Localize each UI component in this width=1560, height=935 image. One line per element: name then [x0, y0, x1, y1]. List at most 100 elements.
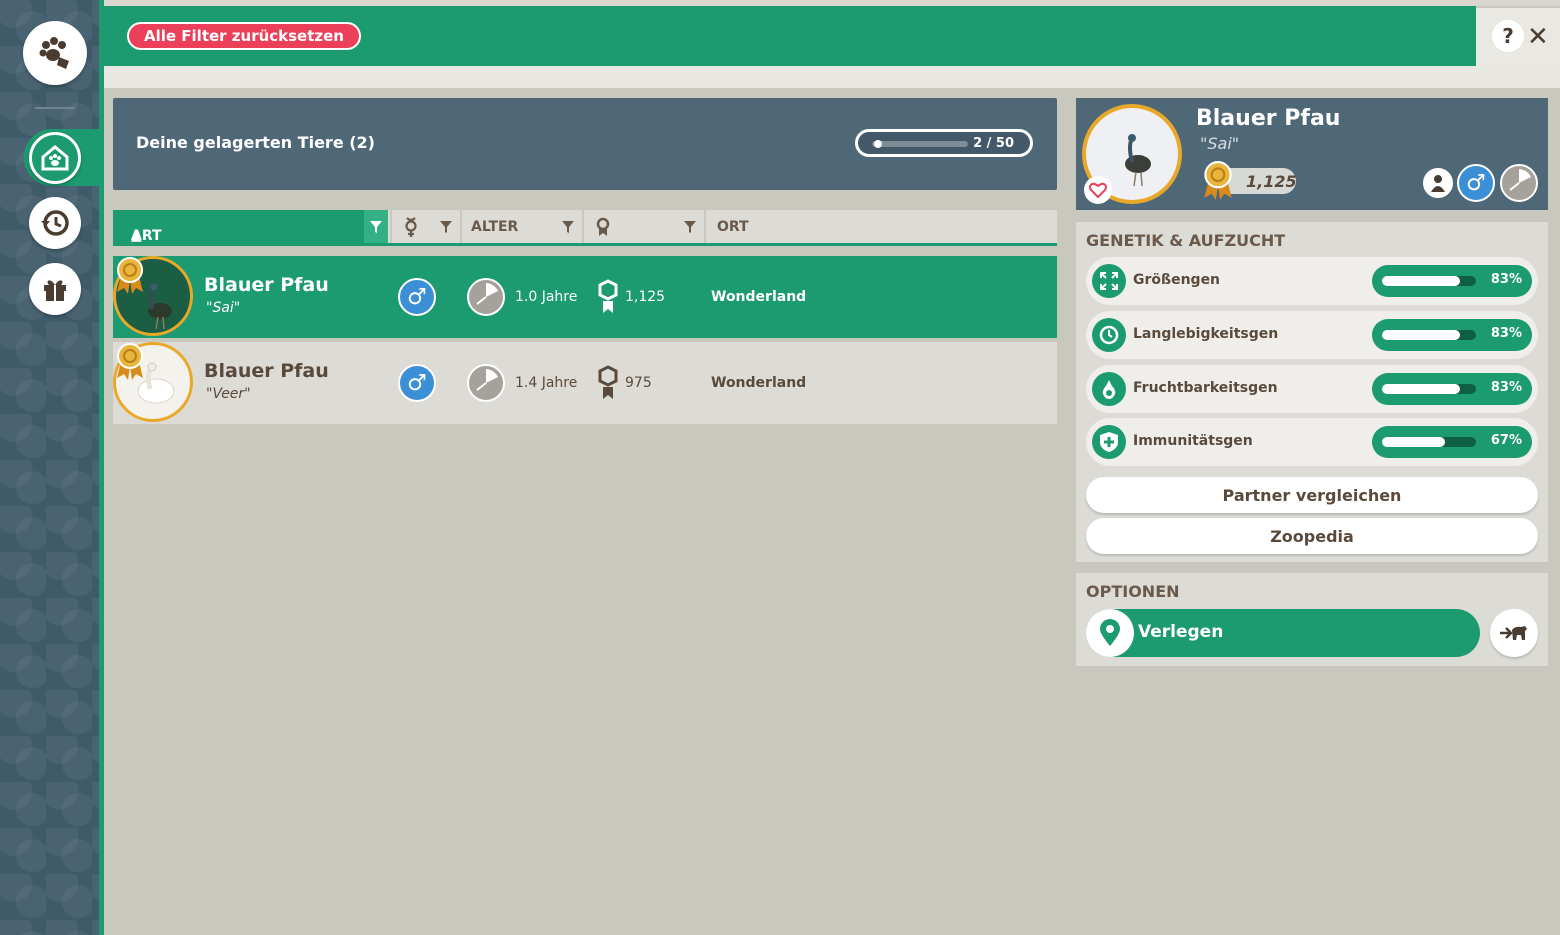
column-alter[interactable]: ALTER: [471, 219, 518, 235]
animal-appeal: 975: [625, 375, 652, 391]
detail-appeal: 1,125: [1246, 172, 1297, 191]
filter-age-button[interactable]: [556, 210, 580, 243]
detail-nickname: "Sai": [1200, 134, 1240, 153]
gene-fill: [1382, 437, 1445, 447]
move-button[interactable]: Verlegen: [1086, 609, 1480, 657]
gene-value: 67%: [1490, 433, 1522, 448]
gene-label: Immunitätsgen: [1133, 433, 1253, 449]
column-separator: [460, 210, 462, 243]
paw-tag-button[interactable]: [23, 21, 87, 85]
gene-value: 83%: [1490, 380, 1522, 395]
capacity-indicator: 2 / 50: [855, 129, 1033, 157]
filter-icon: [562, 220, 574, 233]
history-button[interactable]: [29, 197, 81, 249]
caretaker-button[interactable]: [1423, 168, 1453, 198]
detail-name: Blauer Pfau: [1196, 106, 1341, 131]
gene-bar: 67%: [1372, 426, 1532, 458]
gold-medal-icon: [117, 257, 143, 294]
gift-button[interactable]: [29, 263, 81, 315]
storage-header: Deine gelagerten Tiere (2) 2 / 50: [113, 98, 1057, 190]
animal-name: Blauer Pfau: [204, 274, 329, 296]
heart-icon: [1089, 182, 1107, 198]
gene-bar: 83%: [1372, 265, 1532, 297]
capacity-fill: [874, 140, 882, 148]
animal-row[interactable]: Blauer Pfau "Veer" ♂ 1.4 Jahre 975 Wonde…: [113, 342, 1057, 424]
storage-title: Deine gelagerten Tiere (2): [136, 133, 375, 152]
age-clock-icon: [467, 364, 505, 402]
reset-filters-button[interactable]: Alle Filter zurücksetzen: [127, 22, 361, 50]
gift-icon: [44, 280, 66, 301]
gene-track: [1382, 437, 1476, 447]
gene-fertility: Fruchtbarkeitsgen 83%: [1086, 365, 1538, 413]
animal-name: Blauer Pfau: [204, 360, 329, 382]
gene-size: Größengen 83%: [1086, 257, 1538, 305]
filter-appeal-button[interactable]: [678, 210, 702, 243]
sort-ascending-icon: ▲: [131, 228, 142, 244]
gene-bar: 83%: [1372, 373, 1532, 405]
column-separator: [704, 210, 706, 243]
age-clock-icon: [467, 278, 505, 316]
shield-plus-icon: [1092, 425, 1126, 459]
capacity-track: [872, 141, 968, 147]
animal-age: 1.4 Jahre: [515, 375, 578, 391]
resize-icon: [1092, 264, 1126, 298]
storage-button[interactable]: [29, 132, 81, 184]
appeal-icon: [598, 365, 618, 399]
gene-track: [1382, 276, 1476, 286]
move-label: Verlegen: [1138, 622, 1224, 642]
filter-bar-strip: [104, 66, 1560, 88]
gene-fill: [1382, 330, 1461, 340]
gold-medal-icon: [1204, 161, 1232, 200]
animal-location: Wonderland: [711, 375, 807, 391]
male-icon: ♂: [398, 278, 436, 316]
column-separator: [390, 210, 392, 243]
help-button[interactable]: ?: [1492, 20, 1524, 52]
sidebar-divider: [35, 107, 75, 109]
column-art[interactable]: ART ▲: [113, 210, 364, 244]
detail-age-icon: [1500, 164, 1538, 202]
paw-tag-icon: [39, 37, 69, 69]
animal-nickname: "Veer": [206, 386, 251, 402]
options-panel: OPTIONEN Verlegen: [1076, 573, 1548, 666]
release-animal-button[interactable]: [1490, 609, 1538, 657]
filter-icon: [684, 220, 696, 233]
animal-age: 1.0 Jahre: [515, 289, 578, 305]
close-button[interactable]: ✕: [1527, 22, 1549, 52]
capacity-label: 2 / 50: [973, 136, 1014, 151]
favorite-button[interactable]: [1084, 176, 1112, 204]
male-icon: ♂: [398, 364, 436, 402]
gene-value: 83%: [1490, 272, 1522, 287]
animal-row[interactable]: Blauer Pfau "Sai" ♂ 1.0 Jahre 1,125 Wond…: [113, 256, 1057, 338]
sex-column-icon[interactable]: [403, 216, 419, 242]
column-separator: [582, 210, 584, 243]
gene-immunity: Immunitätsgen 67%: [1086, 418, 1538, 466]
gene-longevity: Langlebigkeitsgen 83%: [1086, 311, 1538, 359]
gene-fill: [1382, 276, 1461, 286]
person-icon: [1431, 175, 1445, 192]
location-pin-icon: [1086, 609, 1134, 657]
gene-label: Größengen: [1133, 272, 1221, 288]
genetics-panel: GENETIK & AUFZUCHT Größengen 83% Langleb…: [1076, 222, 1548, 562]
animal-nickname: "Sai": [206, 300, 241, 316]
filter-art-button[interactable]: [364, 210, 388, 243]
gold-medal-icon: [117, 343, 143, 380]
history-icon: [41, 210, 69, 236]
storage-house-icon: [41, 145, 69, 171]
compare-partner-button[interactable]: Partner vergleichen: [1086, 477, 1538, 513]
clock-icon: [1092, 318, 1126, 352]
column-header: ART ▲ ALTER ORT: [113, 210, 1057, 246]
gene-label: Fruchtbarkeitsgen: [1133, 380, 1278, 396]
gene-track: [1382, 384, 1476, 394]
gene-label: Langlebigkeitsgen: [1133, 326, 1279, 342]
release-animal-icon: [1500, 626, 1527, 640]
detail-male-icon: ♂: [1457, 164, 1495, 202]
filter-sex-button[interactable]: [434, 210, 458, 243]
gene-bar: 83%: [1372, 319, 1532, 351]
column-ort[interactable]: ORT: [717, 219, 749, 235]
gene-value: 83%: [1490, 326, 1522, 341]
animal-location: Wonderland: [711, 289, 807, 305]
zoopedia-button[interactable]: Zoopedia: [1086, 518, 1538, 554]
gene-fill: [1382, 384, 1461, 394]
appeal-icon: [598, 279, 618, 313]
appeal-column-icon[interactable]: [596, 217, 610, 241]
